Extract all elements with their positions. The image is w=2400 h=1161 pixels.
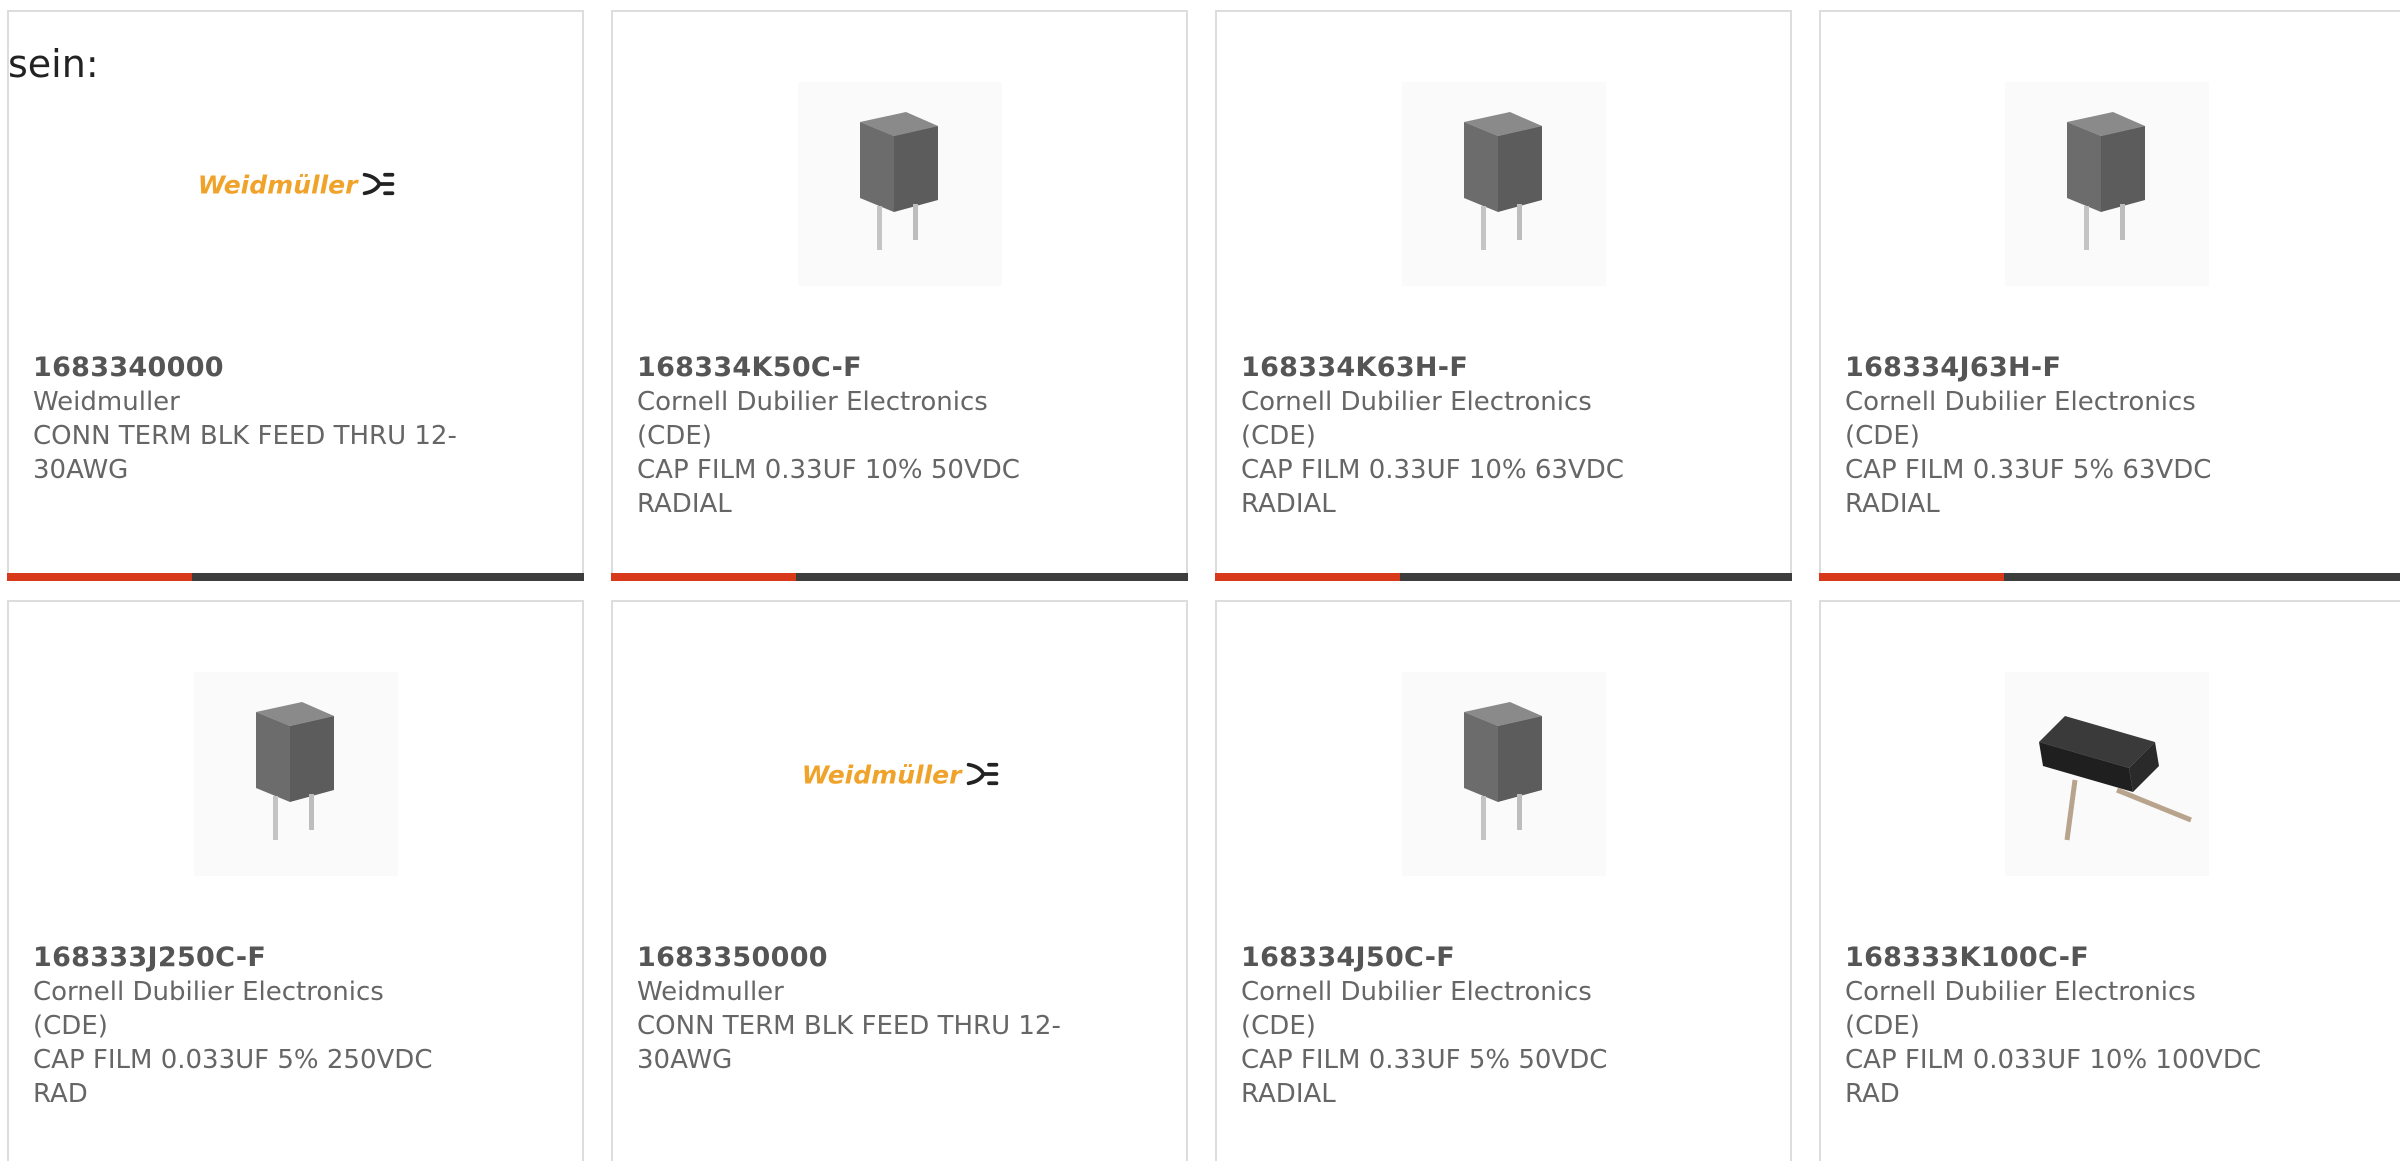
card-accent-bar — [7, 573, 192, 581]
manufacturer-name: Cornell Dubilier Electronics (CDE) — [637, 387, 988, 451]
product-info: 168333K100C-F Cornell Dubilier Electroni… — [1845, 941, 2275, 1111]
product-image[interactable] — [797, 82, 1002, 286]
card-bottom-bar — [1819, 573, 2400, 581]
card-accent-bar — [611, 573, 796, 581]
product-info: 168334J50C-F Cornell Dubilier Electronic… — [1241, 941, 1671, 1111]
capacitor-box-icon — [1401, 672, 1606, 876]
capacitor-box-icon — [1401, 82, 1606, 286]
product-description-cont: RADIAL — [637, 489, 732, 519]
product-card[interactable]: Weidmüller 1683350000 Weidmuller CONN TE… — [611, 600, 1188, 1161]
product-info: 168334J63H-F Cornell Dubilier Electronic… — [1845, 351, 2275, 521]
product-card[interactable]: 168333J250C-F Cornell Dubilier Electroni… — [7, 600, 584, 1161]
svg-text:Weidmüller: Weidmüller — [197, 170, 358, 199]
product-description: CAP FILM 0.33UF 5% 50VDC — [1241, 1045, 1608, 1075]
manufacturer-name: Cornell Dubilier Electronics (CDE) — [33, 977, 384, 1041]
product-card[interactable]: 168333K100C-F Cornell Dubilier Electroni… — [1819, 600, 2400, 1161]
capacitor-flat-icon — [2005, 672, 2209, 876]
part-number-link[interactable]: 1683350000 — [637, 941, 1067, 975]
manufacturer-name: Cornell Dubilier Electronics (CDE) — [1845, 387, 2196, 451]
capacitor-box-icon — [193, 672, 398, 876]
product-description: CONN TERM BLK FEED THRU 12- — [33, 421, 457, 451]
product-info: 168333J250C-F Cornell Dubilier Electroni… — [33, 941, 463, 1111]
manufacturer-logo[interactable]: Weidmüller — [194, 82, 398, 286]
product-card[interactable]: 168334J50C-F Cornell Dubilier Electronic… — [1215, 600, 1792, 1161]
product-info: 168334K50C-F Cornell Dubilier Electronic… — [637, 351, 1067, 521]
product-image[interactable] — [2005, 672, 2209, 876]
product-description: CAP FILM 0.033UF 5% 250VDC — [33, 1045, 433, 1075]
manufacturer-name: Cornell Dubilier Electronics (CDE) — [1845, 977, 2196, 1041]
part-number-link[interactable]: 168333J250C-F — [33, 941, 463, 975]
manufacturer-logo[interactable]: Weidmüller — [798, 672, 1002, 876]
product-description-cont: RADIAL — [1241, 1079, 1336, 1109]
product-info: 1683350000 Weidmuller CONN TERM BLK FEED… — [637, 941, 1067, 1077]
weidmuller-logo-icon: Weidmüller — [801, 760, 998, 789]
part-number-link[interactable]: 168334J50C-F — [1241, 941, 1671, 975]
product-description-cont: RADIAL — [1845, 489, 1940, 519]
product-card[interactable]: 168334J63H-F Cornell Dubilier Electronic… — [1819, 10, 2400, 581]
product-info: 1683340000 Weidmuller CONN TERM BLK FEED… — [33, 351, 463, 487]
product-card[interactable]: 168334K63H-F Cornell Dubilier Electronic… — [1215, 10, 1792, 581]
product-image[interactable] — [193, 672, 398, 876]
card-accent-bar — [1215, 573, 1400, 581]
part-number-link[interactable]: 1683340000 — [33, 351, 463, 385]
product-card[interactable]: 168334K50C-F Cornell Dubilier Electronic… — [611, 10, 1188, 581]
capacitor-box-icon — [797, 82, 1002, 286]
product-image[interactable] — [1401, 82, 1606, 286]
capacitor-box-icon — [2005, 82, 2209, 286]
product-description-cont: 30AWG — [637, 1045, 733, 1075]
product-description-cont: RAD — [1845, 1079, 1900, 1109]
product-info: 168334K63H-F Cornell Dubilier Electronic… — [1241, 351, 1671, 521]
product-grid-page: sein: Weidmüller 1683340000 Weidmuller C… — [0, 0, 2400, 1161]
product-description-cont: RAD — [33, 1079, 88, 1109]
product-description-cont: 30AWG — [33, 455, 129, 485]
product-description: CAP FILM 0.033UF 10% 100VDC — [1845, 1045, 2262, 1075]
part-number-link[interactable]: 168334J63H-F — [1845, 351, 2275, 385]
product-description-cont: RADIAL — [1241, 489, 1336, 519]
card-bottom-bar — [7, 573, 584, 581]
weidmuller-logo-icon: Weidmüller — [197, 170, 394, 199]
product-card[interactable]: Weidmüller 1683340000 Weidmuller CONN TE… — [7, 10, 584, 581]
product-description: CAP FILM 0.33UF 5% 63VDC — [1845, 455, 2212, 485]
part-number-link[interactable]: 168334K50C-F — [637, 351, 1067, 385]
product-description: CAP FILM 0.33UF 10% 50VDC — [637, 455, 1020, 485]
card-bottom-bar — [1215, 573, 1792, 581]
product-image[interactable] — [2005, 82, 2209, 286]
product-description: CONN TERM BLK FEED THRU 12- — [637, 1011, 1061, 1041]
manufacturer-name: Cornell Dubilier Electronics (CDE) — [1241, 387, 1592, 451]
product-image[interactable] — [1401, 672, 1606, 876]
card-bottom-bar — [611, 573, 1188, 581]
intro-text: sein: — [8, 42, 99, 86]
manufacturer-name: Weidmuller — [637, 977, 784, 1007]
part-number-link[interactable]: 168334K63H-F — [1241, 351, 1671, 385]
part-number-link[interactable]: 168333K100C-F — [1845, 941, 2275, 975]
card-accent-bar — [1819, 573, 2004, 581]
manufacturer-name: Cornell Dubilier Electronics (CDE) — [1241, 977, 1592, 1041]
manufacturer-name: Weidmuller — [33, 387, 180, 417]
product-description: CAP FILM 0.33UF 10% 63VDC — [1241, 455, 1624, 485]
svg-text:Weidmüller: Weidmüller — [801, 760, 962, 789]
